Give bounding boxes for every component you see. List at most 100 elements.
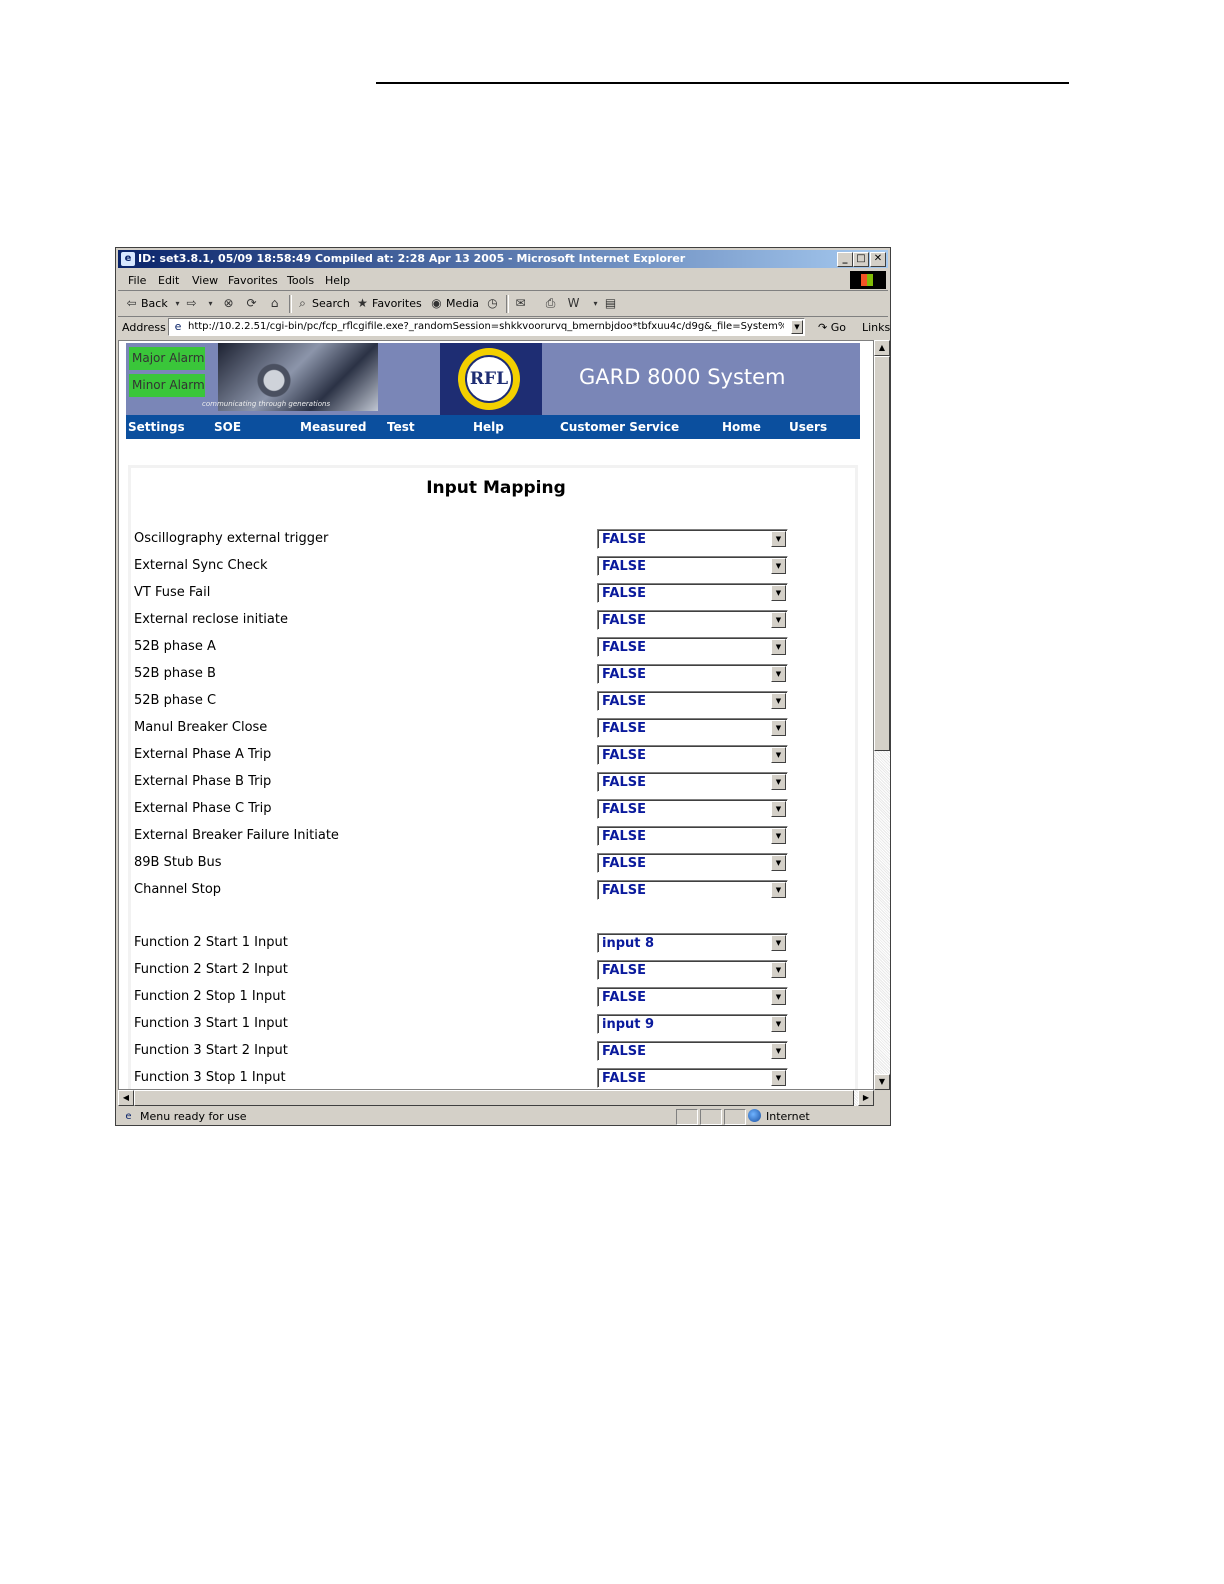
mapping-select[interactable]: FALSE ▼ [597,853,788,873]
select-value: FALSE [602,963,646,978]
chevron-down-icon[interactable]: ▼ [771,882,786,898]
vertical-scroll-thumb[interactable] [874,356,890,751]
mapping-select[interactable]: FALSE ▼ [597,1068,788,1088]
nav-test[interactable]: Test [387,420,415,434]
mapping-select[interactable]: FALSE ▼ [597,556,788,576]
back-dropdown-icon[interactable]: ▾ [170,296,185,311]
system-title: GARD 8000 System [579,365,786,389]
horizontal-scroll-thumb[interactable] [134,1090,854,1106]
address-url[interactable]: http://10.2.2.51/cgi-bin/pc/fcp_rflcgifi… [188,321,784,332]
scroll-up-icon[interactable]: ▲ [874,340,890,356]
chevron-down-icon[interactable]: ▼ [771,989,786,1005]
refresh-icon[interactable]: ⟳ [244,296,259,311]
chevron-down-icon[interactable]: ▼ [771,801,786,817]
scroll-right-icon[interactable]: ▶ [858,1090,874,1106]
history-icon[interactable]: ◷ [485,296,500,311]
edit-dropdown-icon[interactable]: ▾ [588,296,603,311]
links-button[interactable]: Links [862,321,890,334]
chevron-down-icon[interactable]: ▼ [771,935,786,951]
mapping-select[interactable]: FALSE ▼ [597,772,788,792]
media-icon[interactable]: ◉ [429,296,444,311]
chevron-down-icon[interactable]: ▼ [771,855,786,871]
forward-dropdown-icon[interactable]: ▾ [203,296,218,311]
mapping-select[interactable]: FALSE ▼ [597,664,788,684]
menu-view[interactable]: View [192,274,218,287]
nav-home[interactable]: Home [722,420,761,434]
edit-icon[interactable]: W [566,296,581,311]
address-input[interactable]: e http://10.2.2.51/cgi-bin/pc/fcp_rflcgi… [168,318,805,336]
chevron-down-icon[interactable]: ▼ [771,531,786,547]
ie-icon: e [121,252,135,266]
stop-icon[interactable]: ⊗ [221,296,236,311]
back-button[interactable]: Back [141,297,168,310]
close-button[interactable]: ✕ [870,252,886,267]
nav-settings[interactable]: Settings [128,420,185,434]
mapping-select[interactable]: FALSE ▼ [597,799,788,819]
chevron-down-icon[interactable]: ▼ [771,828,786,844]
mapping-label: External Phase C Trip [134,801,272,816]
forward-arrow-icon[interactable]: ⇨ [184,296,199,311]
print-icon[interactable]: ⎙ [543,296,558,311]
chevron-down-icon[interactable]: ▼ [771,1016,786,1032]
chevron-down-icon[interactable]: ▼ [771,962,786,978]
discuss-icon[interactable]: ▤ [603,296,618,311]
chevron-down-icon[interactable]: ▼ [771,1070,786,1086]
status-text: Menu ready for use [140,1110,247,1123]
favorites-button[interactable]: Favorites [372,297,422,310]
go-button[interactable]: ↷ Go [818,321,846,334]
chevron-down-icon[interactable]: ▼ [771,585,786,601]
search-icon[interactable]: ⌕ [295,296,310,311]
search-button[interactable]: Search [312,297,350,310]
media-button[interactable]: Media [446,297,479,310]
maximize-button[interactable]: □ [853,252,869,267]
mapping-select[interactable]: FALSE ▼ [597,610,788,630]
scroll-left-icon[interactable]: ◀ [118,1090,134,1106]
page-status-icon: e [125,1111,132,1122]
minimize-button[interactable]: _ [837,252,853,267]
select-value: input 9 [602,1017,655,1032]
menu-tools[interactable]: Tools [287,274,314,287]
chevron-down-icon[interactable]: ▼ [771,666,786,682]
mapping-select[interactable]: FALSE ▼ [597,960,788,980]
mapping-select[interactable]: FALSE ▼ [597,583,788,603]
nav-measured[interactable]: Measured [300,420,367,434]
chevron-down-icon[interactable]: ▼ [771,693,786,709]
mail-icon[interactable]: ✉ [513,296,528,311]
mapping-label: External Breaker Failure Initiate [134,828,339,843]
horizontal-scrollbar[interactable]: ◀ ▶ [118,1090,874,1106]
mapping-select[interactable]: FALSE ▼ [597,637,788,657]
chevron-down-icon[interactable]: ▼ [771,612,786,628]
mapping-select[interactable]: FALSE ▼ [597,880,788,900]
menu-favorites[interactable]: Favorites [228,274,278,287]
chevron-down-icon[interactable]: ▼ [771,639,786,655]
mapping-select[interactable]: FALSE ▼ [597,1041,788,1061]
nav-help[interactable]: Help [473,420,504,434]
nav-users[interactable]: Users [789,420,827,434]
menu-edit[interactable]: Edit [158,274,179,287]
chevron-down-icon[interactable]: ▼ [771,558,786,574]
mapping-select[interactable]: FALSE ▼ [597,745,788,765]
home-icon[interactable]: ⌂ [267,296,282,311]
mapping-label: Function 2 Start 1 Input [134,935,288,950]
mapping-select[interactable]: FALSE ▼ [597,691,788,711]
mapping-select[interactable]: FALSE ▼ [597,718,788,738]
mapping-select[interactable]: input 8 ▼ [597,933,788,953]
favorites-icon[interactable]: ★ [355,296,370,311]
mapping-select[interactable]: FALSE ▼ [597,987,788,1007]
mapping-select[interactable]: FALSE ▼ [597,826,788,846]
menu-help[interactable]: Help [325,274,350,287]
chevron-down-icon[interactable]: ▼ [771,747,786,763]
chevron-down-icon[interactable]: ▼ [771,1043,786,1059]
scroll-down-icon[interactable]: ▼ [874,1074,890,1090]
nav-customer-service[interactable]: Customer Service [560,420,679,434]
status-cell [724,1109,746,1125]
vertical-scrollbar[interactable]: ▲ ▼ [874,340,890,1090]
back-arrow-icon[interactable]: ⇦ [124,296,139,311]
address-dropdown-icon[interactable]: ▼ [791,320,803,334]
mapping-select[interactable]: input 9 ▼ [597,1014,788,1034]
chevron-down-icon[interactable]: ▼ [771,720,786,736]
mapping-select[interactable]: FALSE ▼ [597,529,788,549]
nav-soe[interactable]: SOE [214,420,241,434]
chevron-down-icon[interactable]: ▼ [771,774,786,790]
menu-file[interactable]: File [128,274,146,287]
